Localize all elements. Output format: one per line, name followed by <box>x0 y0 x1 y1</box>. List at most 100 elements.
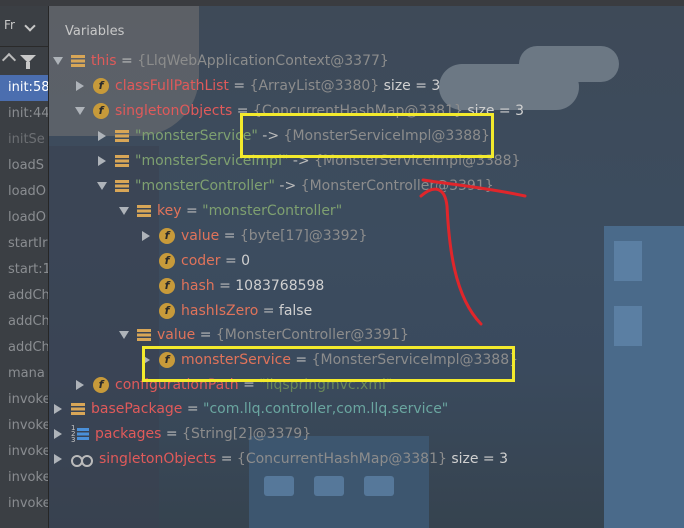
variable-row-key-value[interactable]: f value = {byte[17]@3392} <box>141 224 367 248</box>
expand-toggle-icon[interactable] <box>97 131 106 141</box>
var-value: {String[2]@3379} <box>182 426 312 442</box>
field-icon: f <box>159 228 175 244</box>
expand-toggle-icon[interactable] <box>53 404 62 414</box>
field-icon: f <box>93 78 109 94</box>
expand-toggle-icon[interactable] <box>119 331 129 339</box>
expand-toggle-icon[interactable] <box>53 57 63 65</box>
variable-row-packages[interactable]: 1 2 3 packages = {String[2]@3379} <box>53 422 311 446</box>
object-icon <box>71 55 85 67</box>
wallpaper-cloud <box>519 46 619 82</box>
variable-row-hashiszero[interactable]: f hashIsZero = false <box>159 299 312 323</box>
frame-item[interactable]: addCh <box>0 309 48 335</box>
var-extra: size = 3 <box>379 78 441 94</box>
var-name: coder <box>181 253 221 269</box>
field-icon: f <box>159 303 175 319</box>
var-name: classFullPathList <box>115 78 229 94</box>
expand-toggle-icon[interactable] <box>119 207 129 215</box>
var-extra: size = 3 <box>446 451 509 467</box>
var-eq: = <box>219 228 240 244</box>
variable-row-this[interactable]: this = {LlqWebApplicationContext@3377} <box>53 49 389 73</box>
object-icon <box>137 205 151 217</box>
frame-item[interactable]: invoke <box>0 387 48 413</box>
field-icon: f <box>93 377 109 393</box>
frame-item[interactable]: invoke <box>0 439 48 465</box>
var-value: "com.llq.controller,com.llq.service" <box>203 401 449 417</box>
frame-item[interactable]: mana <box>0 361 48 387</box>
variable-row-singletonobjects-watch[interactable]: singletonObjects = {ConcurrentHashMap@33… <box>53 447 508 471</box>
wallpaper-window <box>314 476 344 496</box>
map-entry-icon <box>115 180 129 192</box>
var-eq: = <box>258 303 279 319</box>
var-eq: = <box>161 426 183 442</box>
field-icon: f <box>159 253 175 269</box>
frames-toolbar <box>0 47 48 75</box>
var-name: singletonObjects <box>115 103 233 119</box>
expand-toggle-icon[interactable] <box>75 380 84 390</box>
variable-row-monstercontroller-entry[interactable]: "monsterController" -> {MonsterControlle… <box>97 174 494 198</box>
expand-toggle-icon[interactable] <box>141 231 150 241</box>
variable-row-coder[interactable]: f coder = 0 <box>159 249 250 273</box>
wallpaper-window <box>614 306 642 346</box>
var-value: {MonsterController@3391} <box>215 327 409 343</box>
arrow-up-icon[interactable] <box>1 52 17 68</box>
var-value: {MonsterController@3391} <box>300 178 494 194</box>
frame-item[interactable]: addCh <box>0 335 48 361</box>
expand-toggle-icon[interactable] <box>75 81 84 91</box>
variable-row-entry-value[interactable]: value = {MonsterController@3391} <box>119 323 409 347</box>
array-icon: 123 <box>71 425 89 444</box>
variable-row-hash[interactable]: f hash = 1083768598 <box>159 274 324 298</box>
object-icon <box>71 403 85 415</box>
var-name: hashIsZero <box>181 303 259 319</box>
frame-item[interactable]: invoke <box>0 465 48 491</box>
variable-row-key[interactable]: key = "monsterController" <box>119 199 342 223</box>
frame-item[interactable]: invoke <box>0 413 48 439</box>
wallpaper-window <box>264 476 294 496</box>
highlight-box-bottom <box>142 346 515 382</box>
frame-item[interactable]: loadS <box>0 153 48 179</box>
variables-header: Variables <box>49 6 684 46</box>
frames-panel: Fr init:58 init:44 initSe loadS loadO lo… <box>0 6 49 528</box>
wallpaper-window <box>614 241 642 281</box>
frame-item[interactable]: initSe <box>0 127 48 153</box>
expand-toggle-icon[interactable] <box>53 429 62 439</box>
frame-item[interactable]: loadO <box>0 205 48 231</box>
var-eq: -> <box>274 178 301 194</box>
frame-item[interactable]: invoke <box>0 491 48 517</box>
var-eq: = <box>195 327 216 343</box>
expand-toggle-icon[interactable] <box>97 156 106 166</box>
var-eq: = <box>181 203 203 219</box>
var-value: {ArrayList@3380} <box>249 78 380 94</box>
field-icon: f <box>93 103 109 119</box>
chevron-down-icon[interactable] <box>24 20 36 32</box>
object-icon <box>137 329 151 341</box>
var-value: {byte[17]@3392} <box>239 228 368 244</box>
expand-toggle-icon[interactable] <box>53 454 62 464</box>
frame-item[interactable]: startIr <box>0 231 48 257</box>
var-value: 0 <box>241 253 251 269</box>
frame-item[interactable]: init:44 <box>0 101 48 127</box>
frame-item[interactable]: init:58 <box>0 75 48 101</box>
filter-icon[interactable] <box>20 55 36 69</box>
frames-title: Fr <box>4 18 15 32</box>
var-eq: = <box>228 78 250 94</box>
expand-toggle-icon[interactable] <box>97 182 107 190</box>
frame-item[interactable]: loadO <box>0 179 48 205</box>
variable-row-classfullpathlist[interactable]: f classFullPathList = {ArrayList@3380} si… <box>75 74 440 98</box>
var-eq: = <box>182 401 204 417</box>
var-name: packages <box>95 426 162 442</box>
wallpaper-window <box>364 476 394 496</box>
expand-toggle-icon[interactable] <box>75 107 85 115</box>
field-icon: f <box>159 278 175 294</box>
var-value: 1083768598 <box>235 278 325 294</box>
var-name: hash <box>181 278 215 294</box>
map-entry-icon <box>115 130 129 142</box>
variables-title: Variables <box>65 24 125 39</box>
variables-panel: Variables this = {LlqWebApplicationConte… <box>49 6 684 528</box>
frame-item[interactable]: addCh <box>0 283 48 309</box>
variable-row-basepackage[interactable]: basePackage = "com.llq.controller,com.ll… <box>53 397 448 421</box>
watch-glasses-icon <box>71 453 93 467</box>
var-eq: = <box>116 53 138 69</box>
var-eq: = <box>220 253 242 269</box>
frame-item[interactable]: start:1 <box>0 257 48 283</box>
frames-header: Fr <box>0 6 48 47</box>
